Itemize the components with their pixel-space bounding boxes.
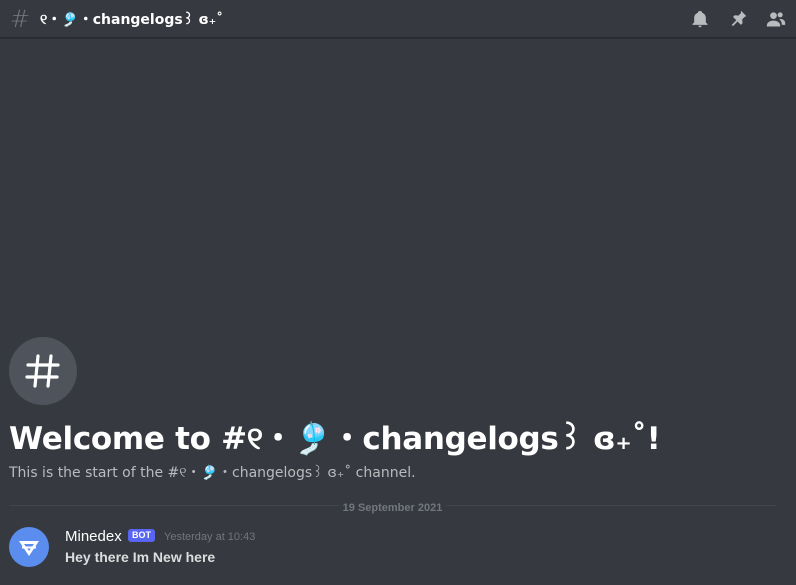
message-author[interactable]: Minedex xyxy=(65,528,122,545)
channel-hash-icon xyxy=(9,337,77,405)
pin-icon[interactable] xyxy=(726,7,750,31)
text-channel-icon: # xyxy=(10,4,31,33)
bot-badge: BOT xyxy=(128,529,155,542)
date-divider: 19 September 2021 xyxy=(0,498,785,516)
channel-name: ୧・🎐・changelogs꒱ ɞ₊˚ xyxy=(40,11,224,28)
channel-header: # ୧・🎐・changelogs꒱ ɞ₊˚ xyxy=(0,0,796,38)
message-timestamp: Yesterday at 10:43 xyxy=(164,531,256,543)
header-toolbar xyxy=(674,0,788,38)
welcome-subtitle: This is the start of the #୧・🎐・changelogs… xyxy=(9,465,416,481)
minedex-logo-icon xyxy=(19,541,39,556)
message-content: Hey there Im New here xyxy=(65,549,216,565)
notification-bell-icon[interactable] xyxy=(688,7,712,31)
member-list-icon[interactable] xyxy=(764,7,788,31)
date-divider-label: 19 September 2021 xyxy=(338,502,447,514)
welcome-heading: Welcome to #୧・🎐・changelogs꒱ ɞ₊˚! xyxy=(9,421,661,457)
avatar[interactable] xyxy=(9,527,49,567)
